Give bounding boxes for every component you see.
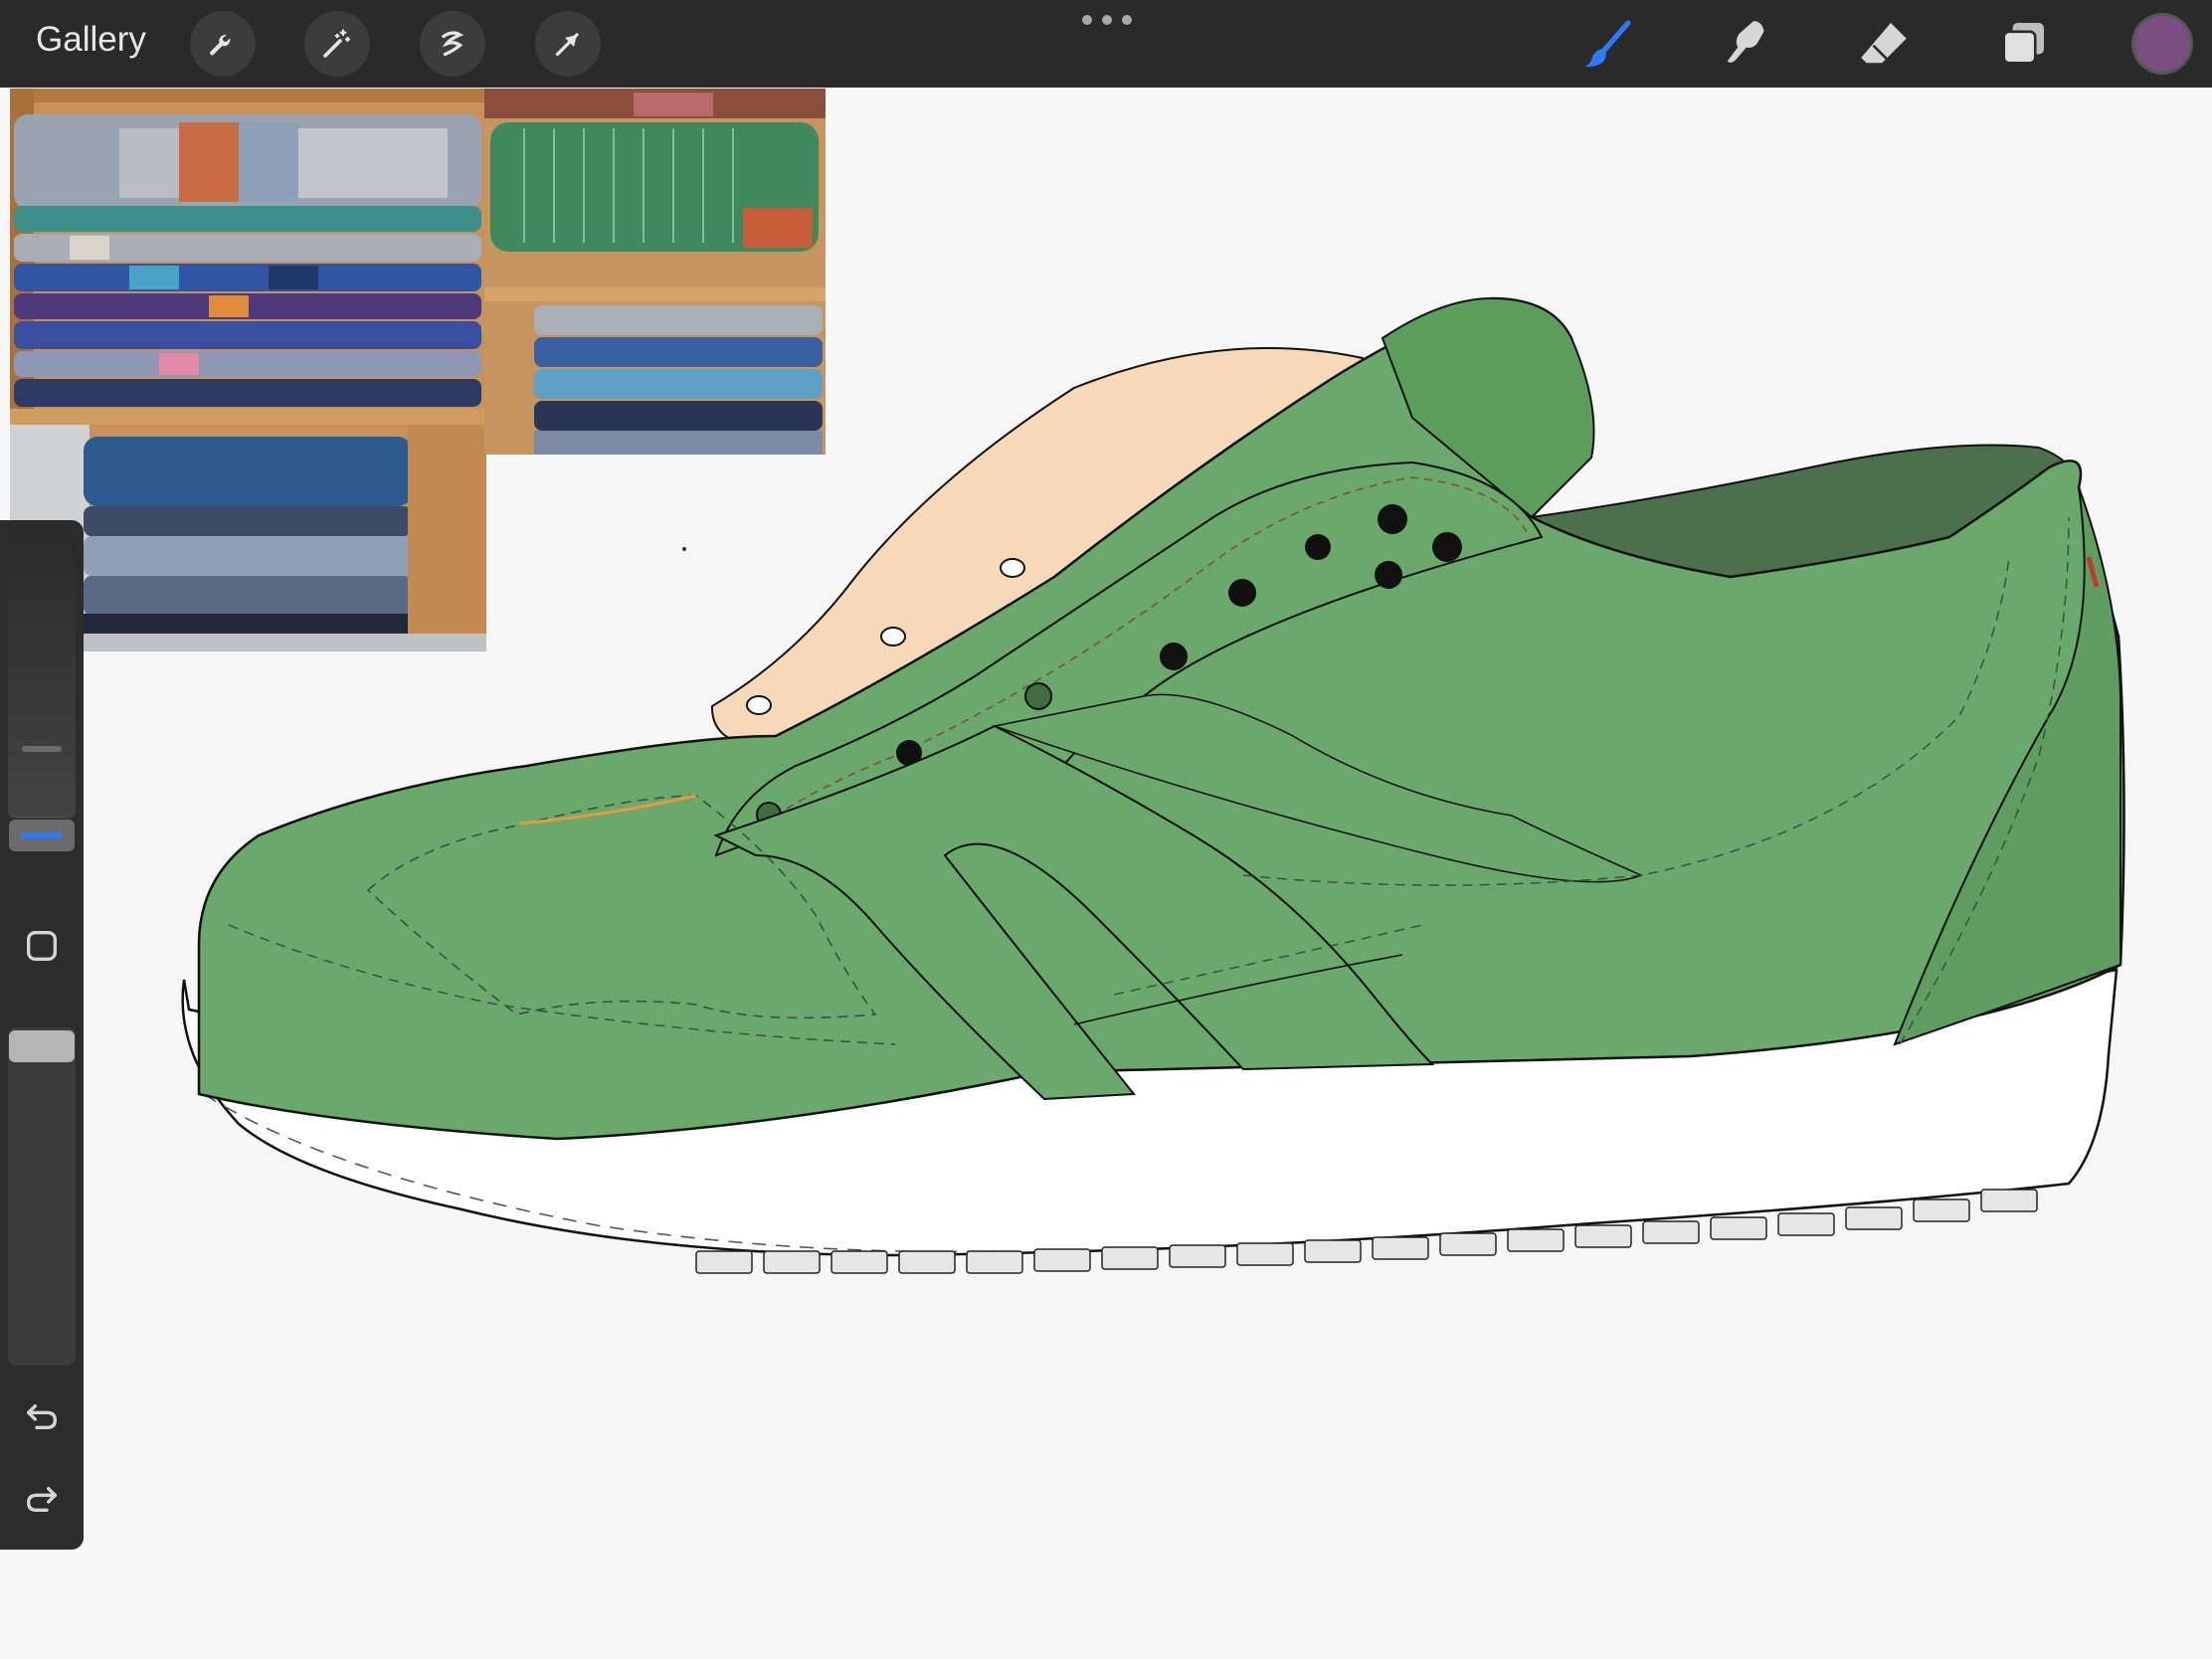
eraser-icon — [1861, 23, 1907, 64]
top-toolbar: Gallery — [0, 0, 2212, 88]
gallery-button[interactable]: Gallery — [36, 20, 146, 60]
wrench-icon — [210, 35, 231, 56]
modify-square-icon — [27, 931, 57, 961]
layers-icon — [2002, 23, 2044, 65]
transform-arrow-icon — [555, 33, 579, 57]
modify-button[interactable] — [20, 924, 64, 968]
undo-button[interactable] — [20, 1392, 64, 1436]
brush-sidebar — [0, 520, 84, 1550]
smudge-icon — [1727, 21, 1764, 63]
adjustments-button[interactable] — [304, 11, 370, 77]
opacity-slider[interactable] — [8, 1027, 76, 1366]
brush-size-marker — [22, 746, 62, 752]
selection-icon — [442, 31, 464, 57]
brush-tool-button[interactable] — [1575, 12, 1639, 76]
color-picker-swatch[interactable] — [2134, 16, 2190, 72]
brush-size-slider[interactable] — [8, 530, 76, 819]
brush-icon — [1584, 20, 1631, 68]
more-options-icon[interactable] — [1082, 12, 1132, 28]
selection-button[interactable] — [420, 11, 485, 77]
transform-button[interactable] — [535, 11, 601, 77]
actions-button[interactable] — [190, 11, 256, 77]
magic-wand-icon — [323, 29, 351, 58]
eraser-tool-button[interactable] — [1852, 12, 1916, 76]
opacity-thumb[interactable] — [9, 1030, 75, 1062]
drawing-canvas[interactable] — [0, 88, 2212, 1659]
redo-button[interactable] — [20, 1475, 64, 1519]
sneaker-drawing[interactable] — [0, 88, 2212, 1659]
undo-icon — [27, 1404, 58, 1429]
brush-size-thumb[interactable] — [9, 820, 75, 851]
smudge-tool-button[interactable] — [1715, 12, 1778, 76]
layers-button[interactable] — [1991, 12, 2055, 76]
redo-icon — [26, 1487, 57, 1512]
